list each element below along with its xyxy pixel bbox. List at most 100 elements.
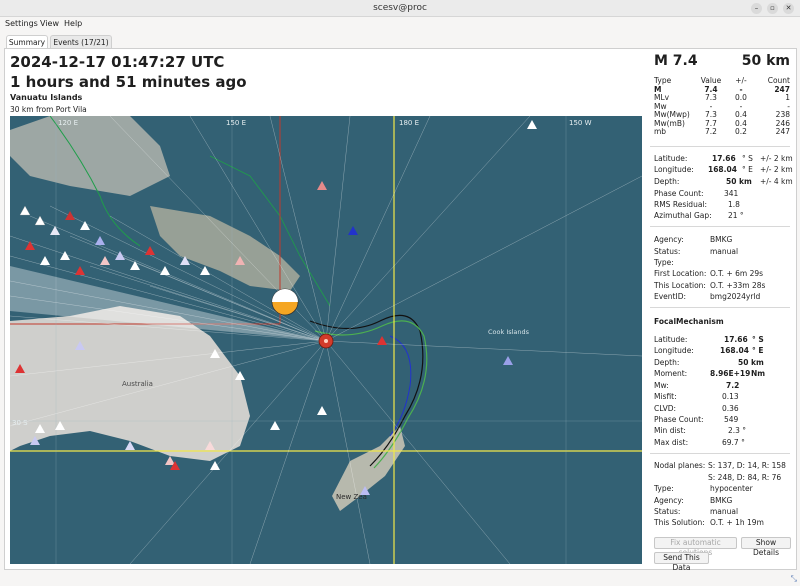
magnitude-table: Type Value +/- Count M 7.4 - 247 MLv 7.3… xyxy=(654,76,790,137)
menu-view[interactable]: View xyxy=(40,19,59,28)
divider xyxy=(650,453,790,454)
minimize-button[interactable]: – xyxy=(751,3,762,14)
label: Depth: xyxy=(654,358,680,367)
label: Depth: xyxy=(654,177,680,186)
table-row[interactable]: Mw(mB) 7.7 0.4 246 xyxy=(654,119,790,129)
menu-help[interactable]: Help xyxy=(64,19,82,28)
value: manual xyxy=(710,507,739,516)
divider xyxy=(650,307,790,308)
label: EventID: xyxy=(654,292,686,301)
resize-grip-icon[interactable]: ⤡ xyxy=(791,574,797,584)
magnitude-table-header: Type Value +/- Count xyxy=(654,76,790,86)
tab-events[interactable]: Events (17/21) xyxy=(50,35,112,49)
value: bmg2024yrld xyxy=(710,292,761,301)
grid-label: 180 E xyxy=(399,119,419,127)
label: This Solution: xyxy=(654,518,705,527)
table-row[interactable]: M 7.4 - 247 xyxy=(654,85,790,95)
unit: km xyxy=(739,177,752,186)
origin-longitude: Longitude: 168.04 ° E +/- 2 km xyxy=(654,165,793,174)
event-map[interactable]: 120 E 150 E 180 E 150 W 30 S Australia N… xyxy=(10,116,642,564)
close-button[interactable]: ✕ xyxy=(783,3,794,14)
fm-nodal-planes: Nodal planes: S: 137, D: 14, R: 158 xyxy=(654,461,786,470)
value: 17.66 xyxy=(724,335,748,344)
time-ago: 1 hours and 51 minutes ago xyxy=(10,73,247,91)
error: +/- 2 km xyxy=(760,154,793,163)
divider xyxy=(650,146,790,147)
fm-this-solution: This Solution: O.T. + 1h 19m xyxy=(654,518,764,527)
value: 7.2 xyxy=(726,381,740,390)
label: Moment: xyxy=(654,369,688,378)
unit: km xyxy=(751,358,764,367)
nearest-city: 30 km from Port Vila xyxy=(10,105,87,114)
value: 549 xyxy=(724,415,739,424)
mag-err: 0.2 xyxy=(735,127,747,136)
value: BMKG xyxy=(710,496,733,505)
mag-value: 7.2 xyxy=(705,127,717,136)
value: 50 xyxy=(738,358,749,367)
fm-agency: Agency: BMKG xyxy=(654,496,732,505)
value: 0.13 xyxy=(722,392,739,401)
label: Phase Count: xyxy=(654,189,704,198)
label: Nodal planes: xyxy=(654,461,706,470)
value: manual xyxy=(710,247,739,256)
value: 21 ° xyxy=(728,211,744,220)
table-row[interactable]: mb 7.2 0.2 247 xyxy=(654,127,790,137)
label: Agency: xyxy=(654,235,684,244)
value: 0.36 xyxy=(722,404,739,413)
label: This Location: xyxy=(654,281,706,290)
send-this-data-button[interactable]: Send This Data xyxy=(654,552,709,572)
label: Longitude: xyxy=(654,165,694,174)
unit: ° E xyxy=(742,165,753,174)
grid-label: 150 W xyxy=(569,119,592,127)
value: hypocenter xyxy=(710,484,753,493)
value: BMKG xyxy=(710,235,733,244)
grid-label: 150 E xyxy=(226,119,246,127)
error: +/- 2 km xyxy=(760,165,793,174)
fm-type: Type: hypocenter xyxy=(654,484,753,493)
value: 8.96E+19 xyxy=(710,369,751,378)
label: Agency: xyxy=(654,496,684,505)
label: Phase Count: xyxy=(654,415,704,424)
value: 341 xyxy=(724,189,739,198)
fm-max-dist: Max dist: 69.7 ° xyxy=(654,438,745,447)
map-canvas[interactable]: 120 E 150 E 180 E 150 W 30 S Australia N… xyxy=(10,116,642,564)
maximize-button[interactable]: ▫ xyxy=(767,3,778,14)
unit: ° S xyxy=(752,335,764,344)
table-row[interactable]: MLv 7.3 0.0 1 xyxy=(654,93,790,103)
value: S: 248, D: 84, R: 76 xyxy=(708,473,782,482)
value: 2.3 ° xyxy=(728,426,747,435)
value: O.T. + 1h 19m xyxy=(710,518,764,527)
value: 69.7 ° xyxy=(722,438,745,447)
label: RMS Residual: xyxy=(654,200,708,209)
fm-latitude: Latitude: 17.66 ° S xyxy=(654,335,764,344)
error: +/- 4 km xyxy=(760,177,793,186)
fix-automatic-solutions-button[interactable]: Fix automatic solutions xyxy=(654,537,737,557)
fm-longitude: Longitude: 168.04 ° E xyxy=(654,346,763,355)
unit: ° E xyxy=(752,346,764,355)
fm-phase-count: Phase Count: 549 xyxy=(654,415,738,424)
value: 168.04 xyxy=(708,165,737,174)
depth-label: 50 km xyxy=(741,53,790,69)
place-label: Australia xyxy=(122,380,153,388)
label: Type: xyxy=(654,258,674,267)
first-location-row: First Location: O.T. + 6m 29s xyxy=(654,269,763,278)
mag-type: mb xyxy=(654,127,667,136)
label: Type: xyxy=(654,484,674,493)
mag-count: 1 xyxy=(785,93,790,102)
label: First Location: xyxy=(654,269,707,278)
show-details-button[interactable]: Show Details xyxy=(741,537,791,557)
grid-label: 120 E xyxy=(58,119,78,127)
menu-settings[interactable]: Settings xyxy=(5,19,38,28)
origin-time: 2024-12-17 01:47:27 UTC xyxy=(10,53,225,71)
label: Latitude: xyxy=(654,154,688,163)
divider xyxy=(650,226,790,227)
origin-phase-count: Phase Count: 341 xyxy=(654,189,738,198)
fm-clvd: CLVD: 0.36 xyxy=(654,404,739,413)
event-id-row: EventID: bmg2024yrld xyxy=(654,292,760,301)
agency-row: Agency: BMKG xyxy=(654,235,732,244)
value: S: 137, D: 14, R: 158 xyxy=(708,461,786,470)
origin-latitude: Latitude: 17.66 ° S +/- 2 km xyxy=(654,154,793,163)
label: Azimuthal Gap: xyxy=(654,211,712,220)
window-title: scesv@proc xyxy=(373,3,427,13)
value: 50 xyxy=(726,177,737,186)
